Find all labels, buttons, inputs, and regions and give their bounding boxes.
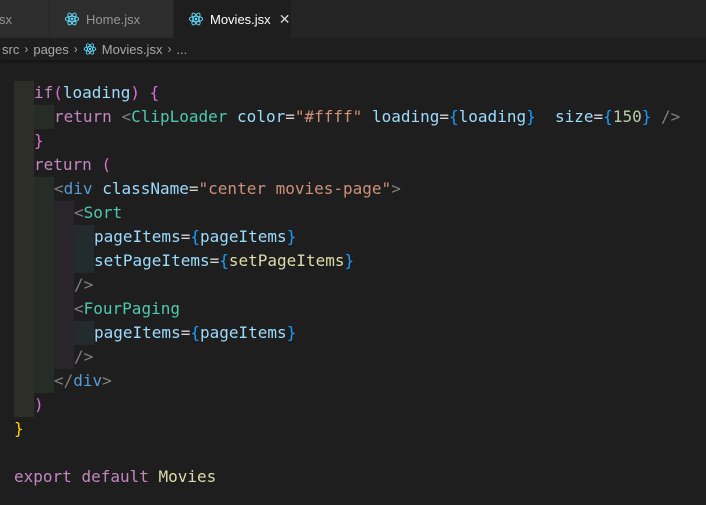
tab-movies-jsx[interactable]: Movies.jsx ✕ bbox=[174, 0, 292, 38]
code-line: <FourPaging bbox=[74, 299, 180, 318]
indent-guide bbox=[74, 321, 94, 345]
breadcrumb-item-file[interactable]: Movies.jsx bbox=[83, 42, 162, 57]
code-line: <Sort bbox=[74, 203, 123, 222]
code-line: return <ClipLoader color="#ffff" loading… bbox=[54, 107, 681, 126]
react-icon bbox=[83, 43, 97, 55]
tab-label: sx bbox=[0, 11, 12, 27]
close-icon[interactable]: ✕ bbox=[279, 12, 291, 26]
code-line: return ( bbox=[34, 155, 112, 174]
code-editor[interactable]: if(loading) { return <ClipLoader color="… bbox=[0, 60, 706, 505]
code-line: if(loading) { bbox=[34, 83, 160, 102]
code-line: </div> bbox=[54, 371, 112, 390]
tab-home-jsx[interactable]: Home.jsx bbox=[50, 0, 174, 38]
chevron-right-icon: › bbox=[73, 42, 78, 56]
react-icon bbox=[64, 12, 80, 26]
indent-guide bbox=[34, 177, 54, 393]
tab-label: Movies.jsx bbox=[210, 11, 271, 27]
breadcrumb-item-pages[interactable]: pages bbox=[33, 42, 68, 57]
tab-partial[interactable]: sx bbox=[0, 0, 50, 38]
chevron-right-icon: › bbox=[167, 42, 172, 56]
code-line: pageItems={pageItems} bbox=[94, 227, 297, 246]
code-line: <div className="center movies-page"> bbox=[54, 179, 401, 198]
chevron-right-icon: › bbox=[24, 42, 29, 56]
code-line: } bbox=[14, 419, 24, 438]
code-line: /> bbox=[74, 275, 94, 294]
editor-tab-bar: sx Home.jsx Movies.jsx ✕ bbox=[0, 0, 706, 38]
indent-guide bbox=[54, 201, 74, 369]
breadcrumb: src › pages › Movies.jsx › ... bbox=[0, 38, 706, 60]
breadcrumb-item-symbols[interactable]: ... bbox=[176, 42, 187, 57]
indent-guide bbox=[34, 105, 54, 129]
breadcrumb-item-src[interactable]: src bbox=[2, 42, 19, 57]
tab-label: Home.jsx bbox=[86, 11, 141, 27]
code-line: setPageItems={setPageItems} bbox=[94, 251, 355, 270]
indent-guide bbox=[74, 225, 94, 273]
code-line: /> bbox=[74, 347, 94, 366]
code-line: export default Movies bbox=[14, 467, 217, 486]
code-line: ) bbox=[34, 395, 44, 414]
react-icon bbox=[188, 12, 204, 26]
code-line: } bbox=[34, 131, 44, 150]
indent-guide bbox=[14, 81, 34, 417]
code-line: pageItems={pageItems} bbox=[94, 323, 297, 342]
